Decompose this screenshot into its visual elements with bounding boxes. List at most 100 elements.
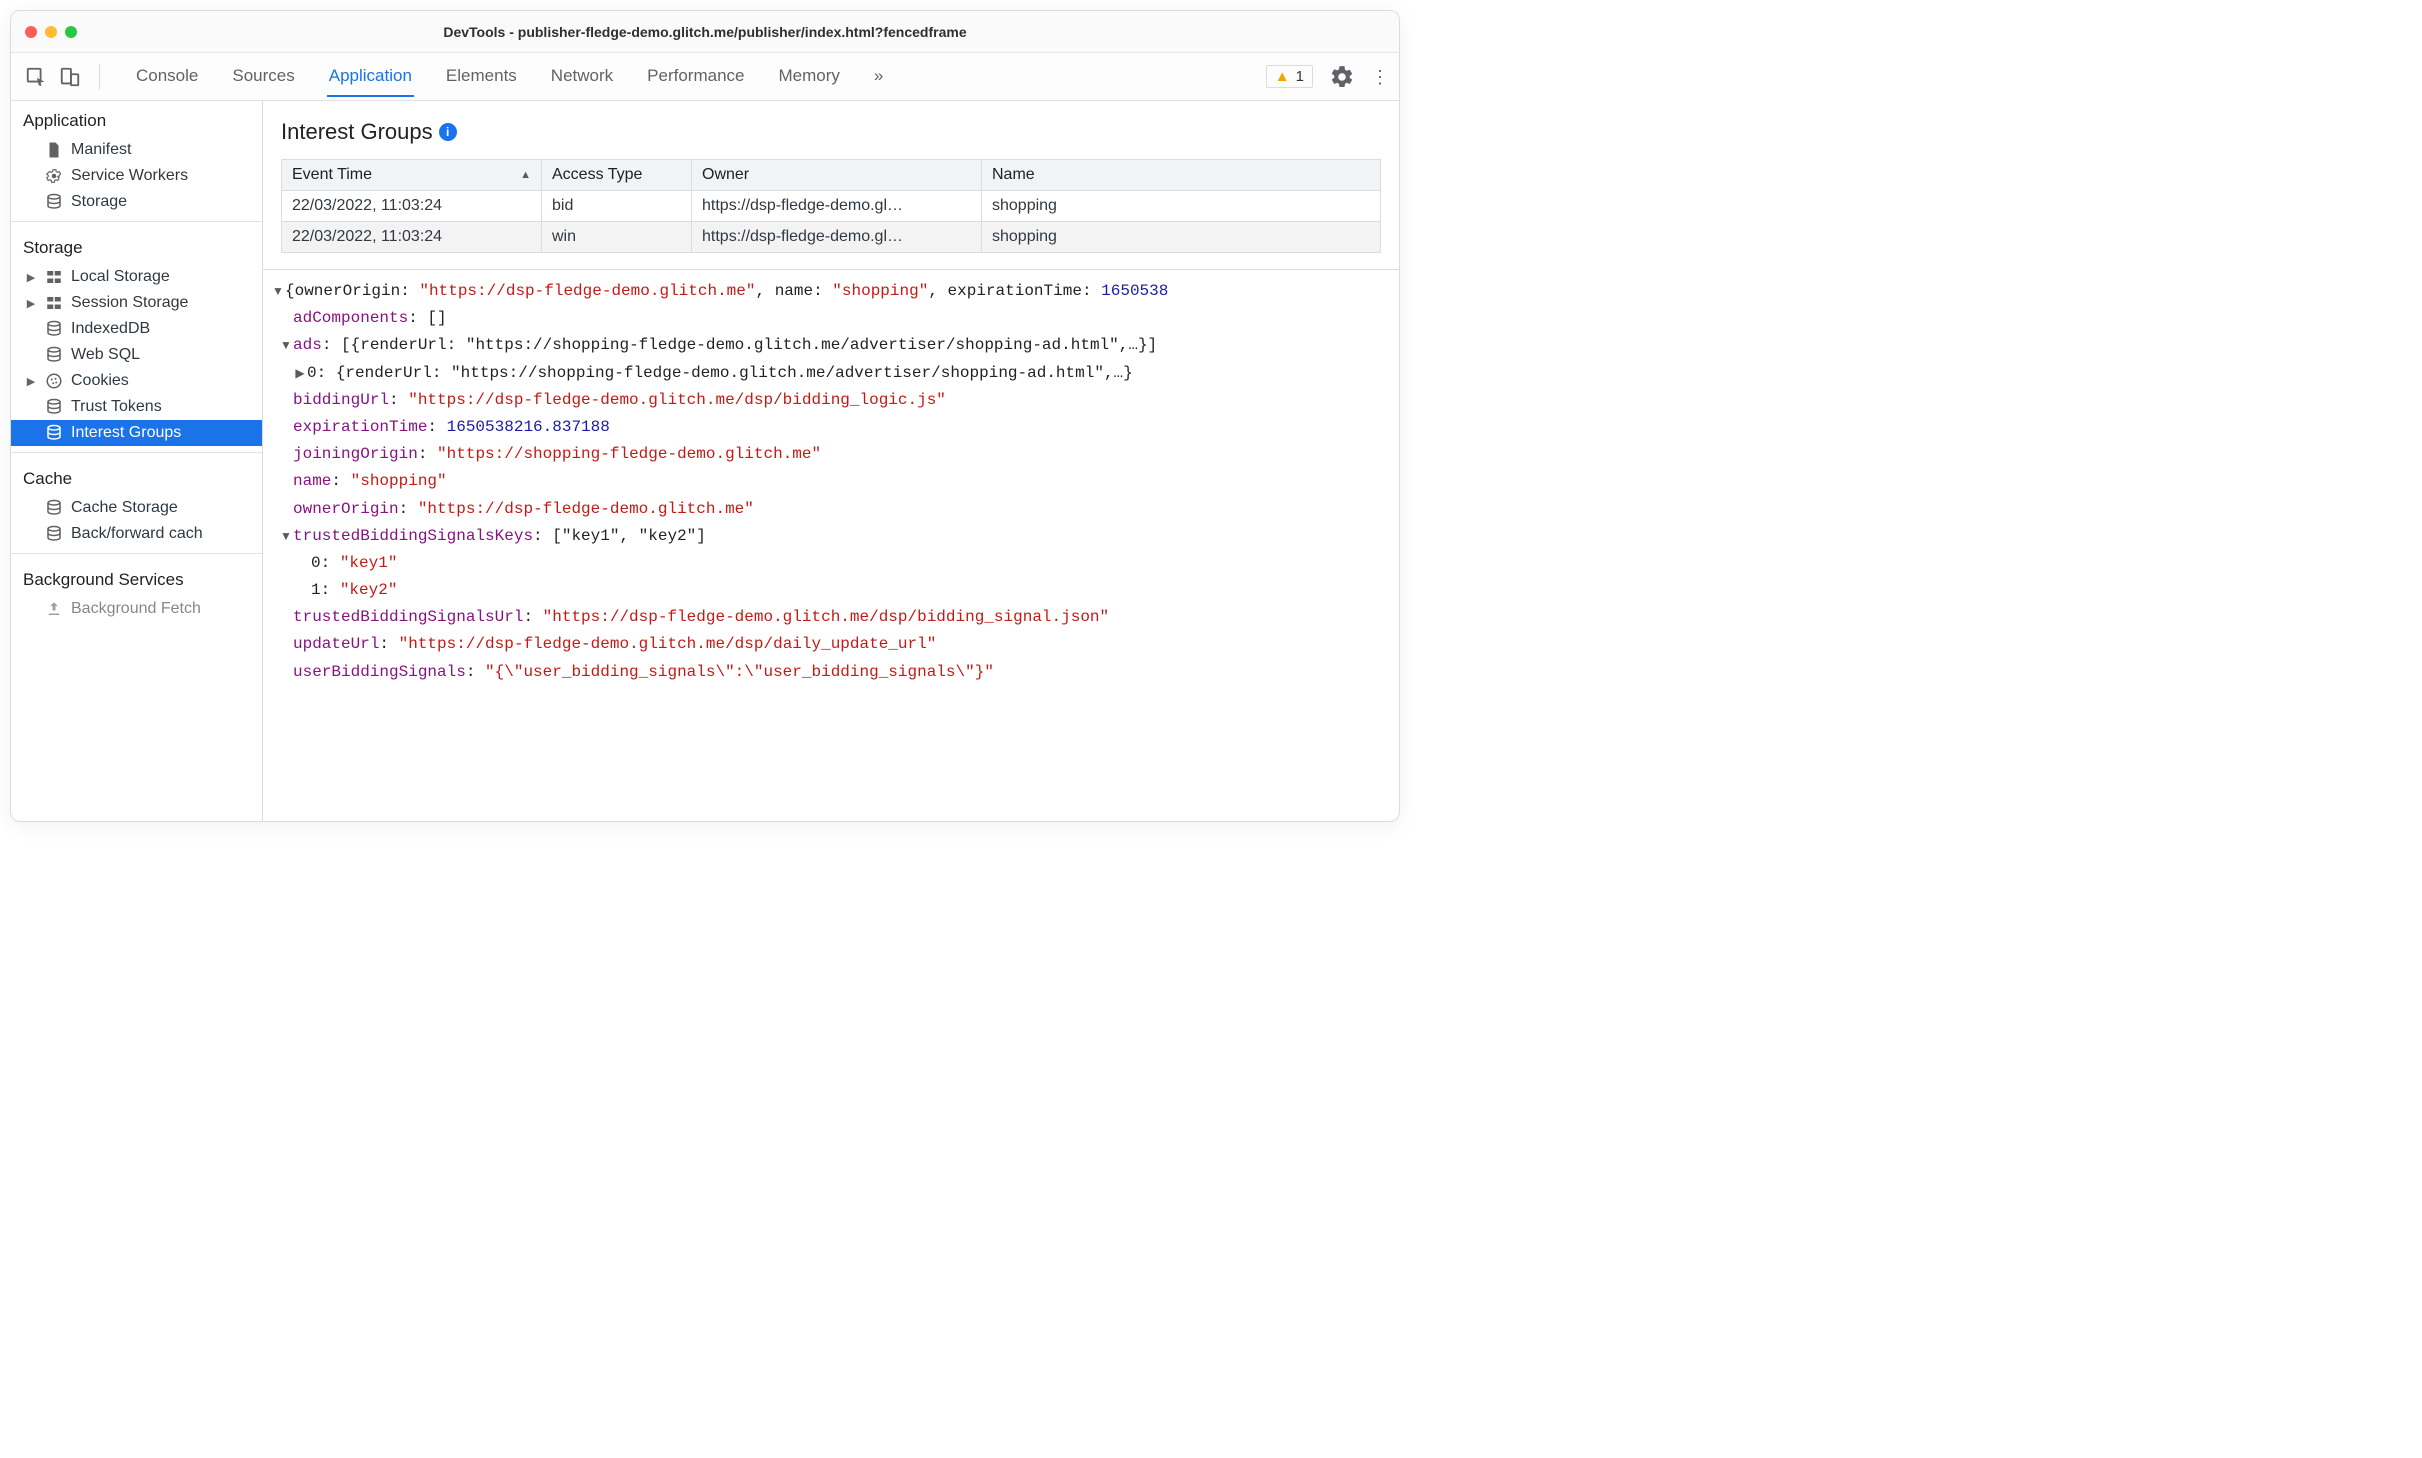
panel-tabs: Console Sources Application Elements Net…	[114, 56, 1262, 97]
sidebar-section-cache: Cache	[11, 459, 262, 495]
sidebar-item-label: Manifest	[71, 141, 131, 159]
cookie-icon	[45, 372, 63, 390]
sidebar-item-session-storage[interactable]: ▶ Session Storage	[11, 290, 262, 316]
info-icon[interactable]: i	[439, 123, 457, 141]
sidebar-item-local-storage[interactable]: ▶ Local Storage	[11, 264, 262, 290]
database-icon	[45, 320, 63, 338]
sidebar-section-background-services: Background Services	[11, 560, 262, 596]
sidebar-item-indexeddb[interactable]: IndexedDB	[11, 316, 262, 342]
sidebar-item-label: Trust Tokens	[71, 398, 162, 416]
tab-elements[interactable]: Elements	[444, 56, 519, 97]
sidebar-item-cookies[interactable]: ▶ Cookies	[11, 368, 262, 394]
detail-json-viewer: ▼{ownerOrigin: "https://dsp-fledge-demo.…	[263, 269, 1399, 686]
database-icon	[45, 193, 63, 211]
sidebar-item-label: Back/forward cach	[71, 525, 203, 543]
cell-name: shopping	[982, 222, 1381, 253]
json-row[interactable]: biddingUrl: "https://dsp-fledge-demo.gli…	[271, 387, 1399, 414]
file-icon	[45, 141, 63, 159]
json-row[interactable]: joiningOrigin: "https://shopping-fledge-…	[271, 441, 1399, 468]
sidebar-item-service-workers[interactable]: Service Workers	[11, 163, 262, 189]
json-row[interactable]: name: "shopping"	[271, 468, 1399, 495]
collapse-icon[interactable]: ▼	[271, 281, 285, 301]
sidebar-item-trust-tokens[interactable]: Trust Tokens	[11, 394, 262, 420]
sidebar-item-label: Service Workers	[71, 167, 188, 185]
collapse-icon[interactable]: ▼	[279, 335, 293, 355]
database-icon	[45, 499, 63, 517]
json-row[interactable]: adComponents: []	[271, 305, 1399, 332]
cell-time: 22/03/2022, 11:03:24	[282, 222, 542, 253]
warning-count: 1	[1296, 68, 1304, 85]
col-name[interactable]: Name	[982, 160, 1381, 191]
json-row[interactable]: trustedBiddingSignalsUrl: "https://dsp-f…	[271, 604, 1399, 631]
sidebar-item-bfcache[interactable]: Back/forward cach	[11, 521, 262, 547]
sidebar-item-label: Local Storage	[71, 268, 170, 286]
tab-console[interactable]: Console	[134, 56, 200, 97]
sidebar-item-label: Background Fetch	[71, 600, 201, 618]
sidebar-section-application: Application	[11, 101, 262, 137]
tab-application[interactable]: Application	[327, 56, 414, 97]
sidebar-item-cache-storage[interactable]: Cache Storage	[11, 495, 262, 521]
table-icon	[45, 294, 63, 312]
database-icon	[45, 424, 63, 442]
expand-icon[interactable]: ▶	[25, 375, 37, 388]
json-row[interactable]: updateUrl: "https://dsp-fledge-demo.glit…	[271, 631, 1399, 658]
tab-memory[interactable]: Memory	[776, 56, 841, 97]
expand-icon[interactable]: ▶	[25, 271, 37, 284]
sidebar-divider	[11, 553, 262, 554]
panel-title: Interest Groups	[281, 119, 433, 145]
json-row[interactable]: 0: "key1"	[271, 550, 1399, 577]
upload-icon	[45, 600, 63, 618]
cell-type: win	[542, 222, 692, 253]
warnings-badge[interactable]: ▲ 1	[1266, 65, 1313, 88]
tab-sources[interactable]: Sources	[230, 56, 296, 97]
interest-groups-table: Event Time ▲ Access Type Owner Name 22/0…	[281, 159, 1381, 253]
tab-network[interactable]: Network	[549, 56, 615, 97]
toolbar-right: ▲ 1 ⋮	[1266, 64, 1389, 90]
sidebar-item-label: Cookies	[71, 372, 129, 390]
cell-owner: https://dsp-fledge-demo.gl…	[692, 191, 982, 222]
json-row[interactable]: ▼ads: [{renderUrl: "https://shopping-fle…	[271, 332, 1399, 359]
sidebar-item-storage[interactable]: Storage	[11, 189, 262, 215]
table-row[interactable]: 22/03/2022, 11:03:24 win https://dsp-fle…	[282, 222, 1381, 253]
titlebar: DevTools - publisher-fledge-demo.glitch.…	[11, 11, 1399, 53]
application-sidebar: Application Manifest Service Workers Sto…	[11, 101, 263, 821]
sidebar-item-label: Storage	[71, 193, 127, 211]
warning-triangle-icon: ▲	[1275, 69, 1290, 84]
devtools-toolbar: Console Sources Application Elements Net…	[11, 53, 1399, 101]
database-icon	[45, 346, 63, 364]
col-event-time[interactable]: Event Time ▲	[282, 160, 542, 191]
toolbar-divider	[99, 64, 100, 90]
table-header-row: Event Time ▲ Access Type Owner Name	[282, 160, 1381, 191]
cell-owner: https://dsp-fledge-demo.gl…	[692, 222, 982, 253]
sidebar-item-label: Session Storage	[71, 294, 188, 312]
col-owner[interactable]: Owner	[692, 160, 982, 191]
json-row[interactable]: expirationTime: 1650538216.837188	[271, 414, 1399, 441]
json-row[interactable]: ▶0: {renderUrl: "https://shopping-fledge…	[271, 360, 1399, 387]
settings-gear-icon[interactable]	[1329, 64, 1355, 90]
json-row[interactable]: 1: "key2"	[271, 577, 1399, 604]
inspect-element-icon[interactable]	[21, 62, 51, 92]
json-row[interactable]: ownerOrigin: "https://dsp-fledge-demo.gl…	[271, 496, 1399, 523]
sidebar-item-web-sql[interactable]: Web SQL	[11, 342, 262, 368]
sidebar-divider	[11, 221, 262, 222]
database-icon	[45, 525, 63, 543]
json-row[interactable]: ▼trustedBiddingSignalsKeys: ["key1", "ke…	[271, 523, 1399, 550]
more-tabs-button[interactable]: »	[872, 56, 885, 97]
expand-icon[interactable]: ▶	[293, 363, 307, 383]
json-row[interactable]: ▼{ownerOrigin: "https://dsp-fledge-demo.…	[271, 278, 1399, 305]
table-row[interactable]: 22/03/2022, 11:03:24 bid https://dsp-fle…	[282, 191, 1381, 222]
expand-icon[interactable]: ▶	[25, 297, 37, 310]
sidebar-item-label: Web SQL	[71, 346, 140, 364]
database-icon	[45, 398, 63, 416]
sidebar-item-interest-groups[interactable]: Interest Groups	[11, 420, 262, 446]
col-access-type[interactable]: Access Type	[542, 160, 692, 191]
cell-name: shopping	[982, 191, 1381, 222]
collapse-icon[interactable]: ▼	[279, 526, 293, 546]
more-options-kebab-icon[interactable]: ⋮	[1371, 75, 1383, 79]
tab-performance[interactable]: Performance	[645, 56, 746, 97]
device-toolbar-icon[interactable]	[55, 62, 85, 92]
cell-type: bid	[542, 191, 692, 222]
sidebar-item-manifest[interactable]: Manifest	[11, 137, 262, 163]
json-row[interactable]: userBiddingSignals: "{\"user_bidding_sig…	[271, 659, 1399, 686]
sidebar-item-background-fetch[interactable]: Background Fetch	[11, 596, 262, 622]
